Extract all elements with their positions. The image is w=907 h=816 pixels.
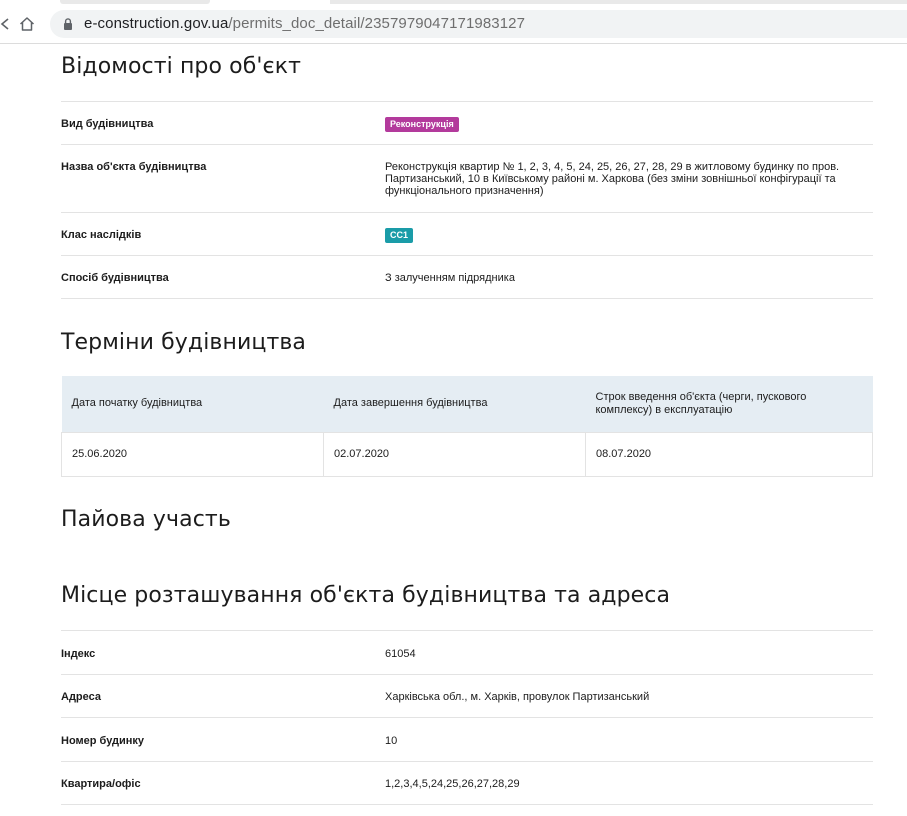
location-value: 10: [385, 735, 398, 747]
info-value: З залученням підрядника: [385, 272, 515, 284]
consequence-class-badge: СС1: [385, 228, 414, 243]
section-title-terms: Терміни будівництва: [61, 330, 307, 355]
location-row-house-number: Номер будинку 10: [61, 718, 873, 762]
info-label: Клас наслідків: [61, 229, 142, 241]
section-title-location: Місце розташування об'єкта будівництва т…: [61, 583, 671, 608]
home-icon[interactable]: [17, 14, 37, 34]
location-value: 61054: [385, 648, 416, 660]
terms-header-row: Дата початку будівництва Дата завершення…: [61, 376, 873, 432]
terms-table: Дата початку будівництва Дата завершення…: [61, 376, 873, 477]
location-row-apartment: Квартира/офіс 1,2,3,4,5,24,25,26,27,28,2…: [61, 762, 873, 805]
url-host: e-construction.gov.ua: [84, 15, 229, 32]
address-bar[interactable]: e-construction.gov.ua/permits_doc_detail…: [50, 10, 907, 38]
info-value: Реконструкція квартир № 1, 2, 3, 4, 5, 2…: [385, 161, 840, 197]
location-list: Індекс 61054 Адреса Харківська обл., м. …: [61, 630, 873, 805]
info-value: СС1: [385, 228, 873, 255]
terms-end-date: 02.07.2020: [323, 431, 586, 477]
terms-commissioning-date: 08.07.2020: [585, 431, 873, 477]
section-title-object-info: Відомості про об'єкт: [61, 54, 302, 79]
terms-header-start: Дата початку будівництва: [61, 376, 324, 432]
url-path: /permits_doc_detail/2357979047171983127: [228, 15, 526, 32]
info-value: Реконструкція: [385, 117, 873, 144]
browser-toolbar: e-construction.gov.ua/permits_doc_detail…: [0, 0, 907, 44]
location-label: Квартира/офіс: [61, 778, 141, 790]
terms-header-end: Дата завершення будівництва: [323, 376, 586, 432]
info-row-consequence-class: Клас наслідків СС1: [61, 213, 873, 256]
section-title-share: Пайова участь: [61, 507, 231, 532]
location-value: Харківська обл., м. Харків, провулок Пар…: [385, 691, 650, 703]
construction-type-badge: Реконструкція: [385, 117, 459, 132]
location-row-index: Індекс 61054: [61, 631, 873, 675]
info-label: Назва об'єкта будівництва: [61, 161, 207, 173]
location-label: Адреса: [61, 691, 101, 703]
object-info-list: Вид будівництва Реконструкція Назва об'є…: [61, 101, 873, 299]
info-label: Вид будівництва: [61, 118, 154, 130]
tab-strip: [0, 0, 907, 6]
tab-edge: [330, 0, 907, 4]
terms-start-date: 25.06.2020: [61, 431, 324, 477]
location-row-address: Адреса Харківська обл., м. Харків, прову…: [61, 675, 873, 718]
tab-edge: [60, 0, 210, 4]
location-label: Номер будинку: [61, 735, 145, 747]
location-value: 1,2,3,4,5,24,25,26,27,28,29: [385, 778, 520, 790]
back-arrow-icon[interactable]: [0, 14, 16, 34]
info-row-construction-type: Вид будівництва Реконструкція: [61, 102, 873, 145]
table-row: 25.06.2020 02.07.2020 08.07.2020: [61, 431, 873, 477]
info-label: Спосіб будівництва: [61, 272, 169, 284]
location-label: Індекс: [61, 648, 96, 660]
terms-header-commissioning: Строк введення об'єкта (черги, пускового…: [585, 376, 873, 432]
info-row-construction-method: Спосіб будівництва З залученням підрядни…: [61, 256, 873, 299]
lock-icon: [61, 17, 75, 31]
info-row-object-name: Назва об'єкта будівництва Реконструкція …: [61, 145, 873, 213]
url-text[interactable]: e-construction.gov.ua/permits_doc_detail…: [84, 15, 525, 33]
